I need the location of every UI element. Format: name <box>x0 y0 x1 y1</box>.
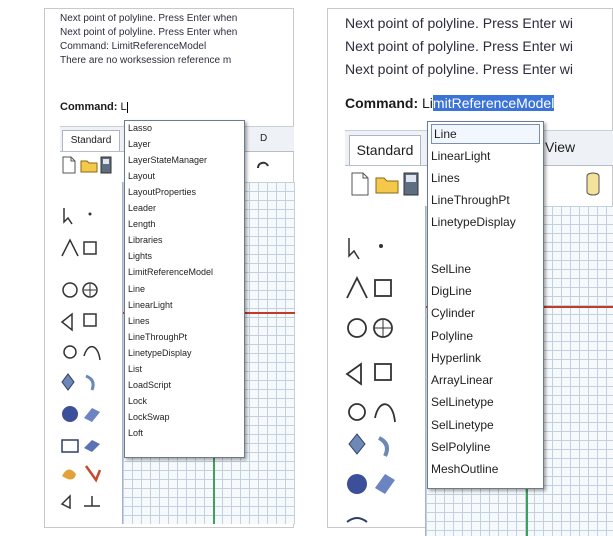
dropdown-item[interactable]: MeshOutline <box>431 462 498 476</box>
dropdown-item[interactable]: LinearLight <box>128 300 173 310</box>
tab-display[interactable]: D <box>260 133 267 144</box>
dropdown-item[interactable]: LayerStateManager <box>128 155 207 165</box>
dropdown-item[interactable]: ArrayLinear <box>431 373 493 387</box>
dropdown-item[interactable]: LinetypeDisplay <box>431 215 516 229</box>
tab-standard[interactable]: Standard <box>62 130 120 151</box>
command-line[interactable]: Command: LimitReferenceModel <box>345 95 555 111</box>
dropdown-item[interactable]: SelLinetype <box>431 395 494 409</box>
dropdown-item[interactable]: SelLinetype <box>431 418 494 432</box>
dropdown-item[interactable]: LineThroughPt <box>128 332 187 342</box>
command-typed[interactable]: Li <box>422 95 433 111</box>
dropdown-item[interactable]: Libraries <box>128 235 163 245</box>
command-history: Next point of polyline. Press Enter wi N… <box>345 16 607 85</box>
side-toolbar <box>345 232 421 532</box>
save-icon[interactable] <box>100 156 112 174</box>
undo-icon[interactable] <box>256 158 270 170</box>
dropdown-item-selected[interactable]: Line <box>431 124 540 144</box>
dropdown-item[interactable]: LoadScript <box>128 380 171 390</box>
new-file-icon[interactable] <box>351 172 369 196</box>
open-folder-icon[interactable] <box>80 158 98 173</box>
command-label: Command: <box>60 101 118 113</box>
dropdown-item[interactable]: Polyline <box>431 329 473 343</box>
dropdown-item[interactable]: LayoutProperties <box>128 187 196 197</box>
dropdown-item[interactable]: Lines <box>128 316 150 326</box>
history-line: Next point of polyline. Press Enter wi <box>345 61 573 77</box>
dropdown-item[interactable]: Lock <box>128 396 147 406</box>
dropdown-item[interactable]: Length <box>128 219 156 229</box>
dropdown-item[interactable]: Line <box>128 284 145 294</box>
save-icon[interactable] <box>403 172 419 196</box>
autocomplete-dropdown: Line LinearLight Lines LineThroughPt Lin… <box>427 121 544 489</box>
side-toolbar <box>60 204 120 524</box>
history-line: Command: LimitReferenceModel <box>60 41 207 52</box>
text-caret <box>126 101 128 113</box>
dropdown-item[interactable]: Lasso <box>128 123 152 133</box>
history-line: Next point of polyline. Press Enter when <box>60 27 238 38</box>
side-tool-icons[interactable] <box>60 204 112 524</box>
open-folder-icon[interactable] <box>375 174 399 194</box>
dropdown-item[interactable]: Layout <box>128 171 155 181</box>
command-history: Next point of polyline. Press Enter when… <box>60 14 276 70</box>
autocomplete-suggestion[interactable]: mitReferenceModel <box>432 95 555 111</box>
history-line: There are no worksession reference m <box>60 55 232 66</box>
dropdown-item[interactable]: LimitReferenceModel <box>128 267 213 277</box>
dropdown-item[interactable]: LinetypeDisplay <box>128 348 192 358</box>
right-screenshot-panel: Next point of polyline. Press Enter wi N… <box>325 0 613 536</box>
dropdown-item[interactable]: Layer <box>128 139 151 149</box>
history-line: Next point of polyline. Press Enter when <box>60 14 238 24</box>
dropdown-item[interactable]: Lights <box>128 251 152 261</box>
tab-standard[interactable]: Standard <box>349 135 421 165</box>
cylinder-icon[interactable] <box>585 172 601 196</box>
command-label: Command: <box>345 95 419 111</box>
dropdown-item[interactable]: LockSwap <box>128 412 170 422</box>
side-tool-icons[interactable] <box>345 232 417 532</box>
dropdown-item[interactable]: Hyperlink <box>431 351 481 365</box>
new-file-icon[interactable] <box>62 156 76 174</box>
tab-view[interactable]: View <box>545 139 575 155</box>
dropdown-item[interactable]: LineThroughPt <box>431 193 510 207</box>
dropdown-item[interactable]: Cylinder <box>431 306 475 320</box>
autocomplete-dropdown: Lasso Layer LayerStateManager Layout Lay… <box>124 120 245 458</box>
dropdown-item[interactable]: Loft <box>128 428 143 438</box>
command-line[interactable]: Command: L <box>60 101 128 113</box>
dropdown-item[interactable]: SelPolyline <box>431 440 490 454</box>
left-screenshot-panel: Next point of polyline. Press Enter when… <box>0 0 298 536</box>
dropdown-item[interactable]: SelLine <box>431 262 471 276</box>
history-line: Next point of polyline. Press Enter wi <box>345 16 573 31</box>
dropdown-item[interactable]: Lines <box>431 171 460 185</box>
history-line: Next point of polyline. Press Enter wi <box>345 38 573 54</box>
dropdown-item[interactable]: List <box>128 364 142 374</box>
dropdown-item[interactable]: LinearLight <box>431 149 490 163</box>
dropdown-item[interactable]: DigLine <box>431 284 472 298</box>
dropdown-item[interactable]: Leader <box>128 203 156 213</box>
